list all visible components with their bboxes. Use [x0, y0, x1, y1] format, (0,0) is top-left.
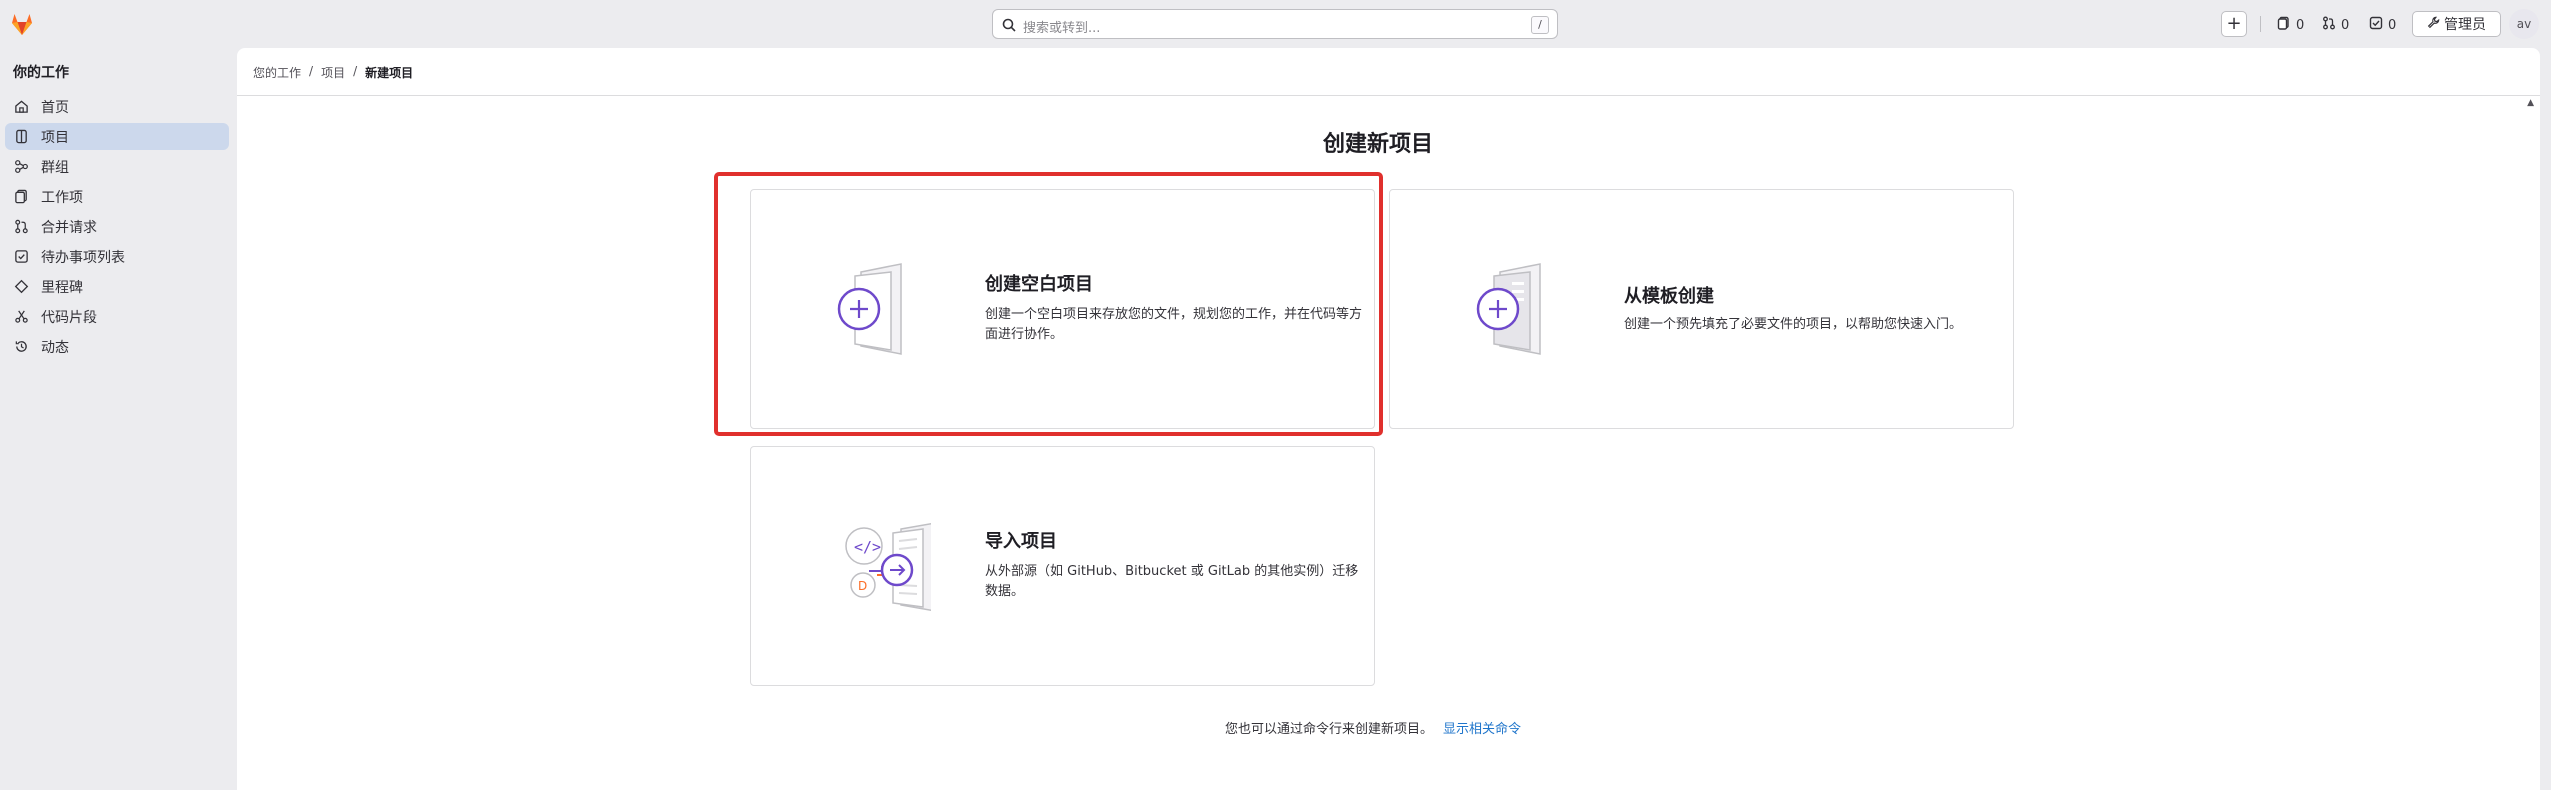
merge-requests-counter[interactable]: 0 — [2322, 16, 2349, 34]
sidebar-item-label: 项目 — [41, 129, 69, 146]
sidebar-item-work-items[interactable]: 工作项 — [5, 183, 229, 210]
svg-text:</>: </> — [854, 538, 881, 556]
issues-icon — [2277, 16, 2291, 34]
sidebar-item-activity[interactable]: 动态 — [5, 333, 229, 360]
todos-count: 0 — [2388, 17, 2397, 33]
svg-text:D: D — [858, 579, 867, 593]
sidebar-item-label: 里程碑 — [41, 279, 83, 296]
project-icon — [13, 129, 29, 145]
main-content: 您的工作 / 项目 / 新建项目 ▲ 创建新项目 创建空白项目 创建一个空白项目… — [237, 48, 2540, 790]
blank-project-illustration — [811, 250, 931, 370]
import-project-card[interactable]: </> D 导入项目 从外部源（如 GitHub、Bitbucket 或 Git… — [750, 446, 1375, 686]
sidebar-title: 你的工作 — [13, 65, 69, 81]
card-description: 从外部源（如 GitHub、Bitbucket 或 GitLab 的其他实例）迁… — [985, 564, 1359, 599]
avatar-alt-text: av — [2516, 17, 2532, 31]
search-placeholder: 搜索或转到... — [1023, 21, 1101, 36]
admin-button[interactable]: 管理员 — [2412, 11, 2501, 37]
milestone-icon — [13, 279, 29, 295]
breadcrumb-new-project[interactable]: 新建项目 — [365, 64, 413, 81]
scroll-up-arrow-icon[interactable]: ▲ — [2527, 98, 2534, 108]
work-items-icon — [13, 189, 29, 205]
breadcrumb-projects[interactable]: 项目 — [321, 64, 345, 81]
breadcrumb-divider — [237, 95, 2540, 96]
card-title: 导入项目 — [985, 531, 1057, 552]
create-blank-project-card[interactable]: 创建空白项目 创建一个空白项目来存放您的文件，规划您的工作，并在代码等方面进行协… — [750, 189, 1375, 429]
breadcrumb: 您的工作 / 项目 / 新建项目 — [253, 64, 413, 81]
breadcrumb-your-work[interactable]: 您的工作 — [253, 64, 301, 81]
sidebar-item-label: 工作项 — [41, 189, 83, 206]
sidebar-item-milestones[interactable]: 里程碑 — [5, 273, 229, 300]
show-commands-link[interactable]: 显示相关命令 — [1443, 722, 1521, 737]
sidebar-item-label: 群组 — [41, 159, 69, 176]
todos-counter[interactable]: 0 — [2369, 16, 2396, 34]
gitlab-logo-icon[interactable] — [8, 10, 36, 38]
sidebar-item-projects[interactable]: 项目 — [5, 123, 229, 150]
sidebar-item-home[interactable]: 首页 — [5, 93, 229, 120]
sidebar-item-label: 合并请求 — [41, 219, 97, 236]
card-title: 创建空白项目 — [985, 274, 1093, 295]
admin-wrench-icon — [2427, 16, 2440, 33]
sidebar-item-label: 动态 — [41, 339, 69, 356]
breadcrumb-separator: / — [309, 64, 314, 78]
search-shortcut-badge: / — [1531, 16, 1549, 34]
search-input[interactable]: 搜索或转到... / — [992, 9, 1558, 39]
card-description: 创建一个空白项目来存放您的文件，规划您的工作，并在代码等方面进行协作。 — [985, 307, 1363, 342]
sidebar-item-label: 首页 — [41, 99, 69, 116]
breadcrumb-separator: / — [353, 64, 358, 78]
sidebar-item-label: 待办事项列表 — [41, 249, 125, 266]
page-title: 创建新项目 — [1323, 132, 1434, 157]
sidebar-item-todo-list[interactable]: 待办事项列表 — [5, 243, 229, 270]
sidebar-item-merge-requests[interactable]: 合并请求 — [5, 213, 229, 240]
merge-requests-count: 0 — [2341, 17, 2350, 33]
card-title: 从模板创建 — [1624, 286, 1714, 307]
template-project-illustration — [1450, 250, 1570, 370]
home-icon — [13, 99, 29, 115]
import-project-illustration: </> D — [811, 507, 936, 627]
search-icon — [1002, 17, 1016, 36]
create-from-template-card[interactable]: 从模板创建 创建一个预先填充了必要文件的项目，以帮助您快速入门。 — [1389, 189, 2014, 429]
merge-request-icon — [13, 219, 29, 235]
card-description: 创建一个预先填充了必要文件的项目，以帮助您快速入门。 — [1624, 317, 1963, 332]
sidebar-item-snippets[interactable]: 代码片段 — [5, 303, 229, 330]
sidebar: 你的工作 首页 项目 群组 工作项 合并请求 待办事项列表 里程碑 代码片段 动… — [0, 48, 236, 790]
create-new-button[interactable]: + — [2221, 11, 2247, 37]
snippet-icon — [13, 309, 29, 325]
user-avatar[interactable]: av — [2509, 9, 2539, 39]
topbar-divider — [2260, 16, 2261, 32]
admin-label: 管理员 — [2444, 17, 2486, 33]
top-bar: 搜索或转到... / + 0 0 0 管理员 av — [0, 0, 2551, 48]
group-icon — [13, 159, 29, 175]
merge-request-icon — [2322, 16, 2336, 34]
cli-hint-text: 您也可以通过命令行来创建新项目。 — [1225, 722, 1434, 737]
todo-icon — [2369, 16, 2383, 34]
cli-hint: 您也可以通过命令行来创建新项目。 显示相关命令 — [1225, 718, 1521, 737]
history-icon — [13, 339, 29, 355]
sidebar-item-groups[interactable]: 群组 — [5, 153, 229, 180]
issues-count: 0 — [2296, 17, 2305, 33]
issues-counter[interactable]: 0 — [2277, 16, 2304, 34]
sidebar-item-label: 代码片段 — [41, 309, 97, 326]
todo-icon — [13, 249, 29, 265]
